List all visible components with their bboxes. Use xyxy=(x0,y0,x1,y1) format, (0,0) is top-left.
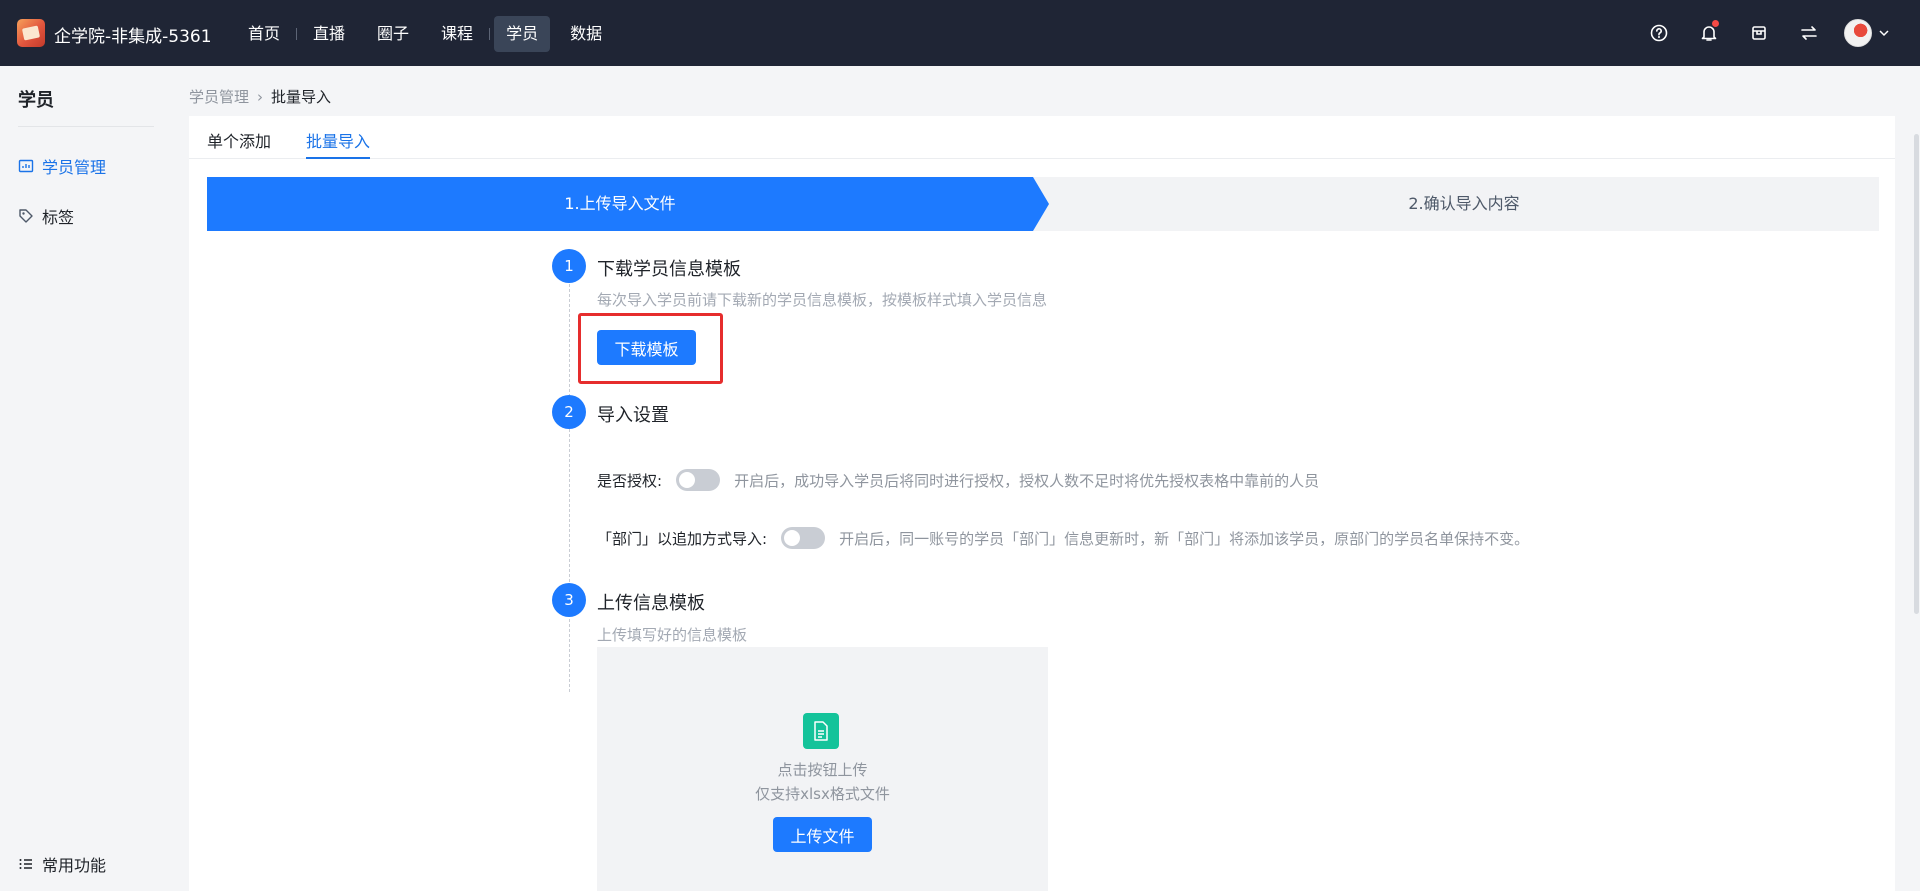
nav-course[interactable]: 课程 xyxy=(429,16,485,52)
tab-single-add[interactable]: 单个添加 xyxy=(207,128,271,152)
chart-icon xyxy=(18,159,34,173)
chevron-down-icon[interactable] xyxy=(1878,24,1890,43)
org-logo[interactable] xyxy=(17,19,45,47)
step-number-2: 2 xyxy=(552,395,586,429)
common-functions-label: 常用功能 xyxy=(42,856,107,875)
step-number-1: 1 xyxy=(552,249,586,283)
scrollbar-thumb[interactable] xyxy=(1914,134,1919,614)
sidebar-item-student-management[interactable]: 学员管理 xyxy=(18,154,106,178)
tag-icon xyxy=(19,209,33,223)
breadcrumb-parent[interactable]: 学员管理 xyxy=(189,86,249,107)
sidebar-item-label: 学员管理 xyxy=(42,158,107,177)
nav-divider xyxy=(489,28,491,40)
department-append-setting: 「部门」以追加方式导入: 开启后，同一账号的学员「部门」信息更新时，新「部门」将… xyxy=(597,527,1529,549)
common-functions[interactable]: 常用功能 xyxy=(18,852,106,876)
top-navigation-bar: 企学院-非集成-5361 首页 直播 圈子 课程 学员 数据 xyxy=(0,0,1920,66)
download-template-title: 下载学员信息模板 xyxy=(597,259,741,280)
nav-students[interactable]: 学员 xyxy=(494,16,551,52)
page-scrollbar[interactable] xyxy=(1913,66,1920,891)
nav-data[interactable]: 数据 xyxy=(558,16,614,52)
list-icon xyxy=(19,859,32,869)
upload-template-desc: 上传填写好的信息模板 xyxy=(597,626,748,644)
step-upload-label: 1.上传导入文件 xyxy=(564,194,676,213)
upload-dropzone[interactable]: 点击按钮上传 仅支持xlsx格式文件 上传文件 xyxy=(597,647,1048,891)
store-icon[interactable] xyxy=(1744,18,1774,48)
upload-template-title: 上传信息模板 xyxy=(597,593,705,614)
switch-icon[interactable] xyxy=(1794,18,1824,48)
nav-divider xyxy=(296,28,298,40)
upload-hint-line2: 仅支持xlsx格式文件 xyxy=(755,785,890,803)
sidebar-divider xyxy=(18,126,154,127)
step-confirm-label: 2.确认导入内容 xyxy=(1408,194,1520,213)
notification-dot xyxy=(1712,20,1719,27)
org-name[interactable]: 企学院-非集成-5361 xyxy=(54,22,212,47)
tab-batch-import[interactable]: 批量导入 xyxy=(306,128,370,152)
sidebar-item-label: 标签 xyxy=(42,208,75,227)
main-nav: 首页 直播 圈子 课程 学员 数据 xyxy=(236,16,622,52)
file-icon xyxy=(803,713,839,749)
main-panel: 单个添加 批量导入 1.上传导入文件 2.确认导入内容 1 下载学员信息模板 每… xyxy=(189,116,1895,891)
step-progress: 1.上传导入文件 2.确认导入内容 xyxy=(207,177,1879,231)
import-settings-title: 导入设置 xyxy=(597,405,669,426)
help-icon[interactable] xyxy=(1644,18,1674,48)
sidebar-title: 学员 xyxy=(18,90,54,111)
breadcrumb: 学员管理 › 批量导入 xyxy=(189,86,331,107)
timeline-line xyxy=(569,284,570,692)
breadcrumb-current: 批量导入 xyxy=(271,88,332,106)
left-sidebar: 学员 学员管理 标签 常用功能 xyxy=(0,66,172,891)
nav-live[interactable]: 直播 xyxy=(301,16,357,52)
download-template-desc: 每次导入学员前请下载新的学员信息模板，按模板样式填入学员信息 xyxy=(597,291,1048,309)
department-append-toggle[interactable] xyxy=(781,527,826,549)
upload-hint-line1: 点击按钮上传 xyxy=(777,761,868,779)
authorize-setting: 是否授权: 开启后，成功导入学员后将同时进行授权，授权人数不足时将优先授权表格中… xyxy=(597,469,1319,491)
department-append-label: 「部门」以追加方式导入: xyxy=(597,529,768,548)
authorize-hint: 开启后，成功导入学员后将同时进行授权，授权人数不足时将优先授权表格中靠前的人员 xyxy=(734,471,1320,490)
sidebar-item-tags[interactable]: 标签 xyxy=(18,204,74,228)
authorize-label: 是否授权: xyxy=(597,471,663,490)
user-avatar[interactable] xyxy=(1844,19,1872,47)
nav-circle[interactable]: 圈子 xyxy=(365,16,421,52)
authorize-toggle[interactable] xyxy=(676,469,721,491)
tab-bar: 单个添加 批量导入 xyxy=(189,116,1895,159)
nav-home[interactable]: 首页 xyxy=(236,16,292,52)
bell-icon[interactable] xyxy=(1694,18,1724,48)
step-number-3: 3 xyxy=(552,583,586,617)
active-tab-indicator xyxy=(306,157,370,159)
department-append-hint: 开启后，同一账号的学员「部门」信息更新时，新「部门」将添加该学员，原部门的学员名… xyxy=(839,529,1530,548)
top-right-actions xyxy=(1624,18,1890,48)
download-template-button[interactable]: 下载模板 xyxy=(597,330,696,365)
upload-file-button[interactable]: 上传文件 xyxy=(773,817,872,852)
chevron-right-icon: › xyxy=(257,87,264,106)
